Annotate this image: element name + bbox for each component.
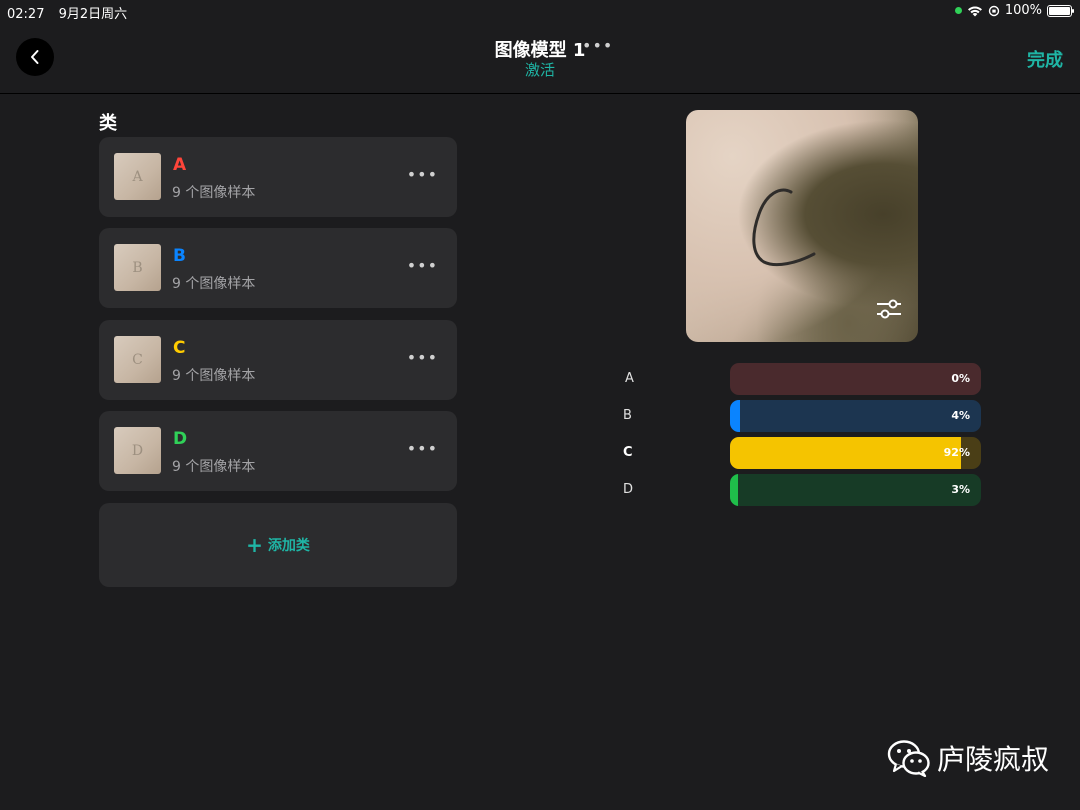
battery-percent: 100% xyxy=(1004,3,1042,18)
class-name: B xyxy=(173,246,186,266)
class-name: A xyxy=(173,155,187,175)
prediction-bar-b: 4% xyxy=(730,400,981,432)
prediction-label-a: A xyxy=(625,371,634,386)
model-status: 激活 xyxy=(524,61,555,79)
class-thumbnail: B xyxy=(114,244,161,291)
add-class-button[interactable]: + 添加类 xyxy=(99,503,457,587)
class-more-button[interactable]: ••• xyxy=(407,439,438,458)
class-name: C xyxy=(173,338,186,358)
prediction-label-b: B xyxy=(623,408,632,423)
class-sample-count: 9 个图像样本 xyxy=(172,185,256,201)
class-card-c[interactable]: C C 9 个图像样本 ••• xyxy=(99,320,457,400)
title-more-button[interactable]: ••• xyxy=(582,36,613,55)
wechat-icon xyxy=(887,740,930,777)
prediction-percent: 0% xyxy=(951,372,970,385)
prediction-bar-fill xyxy=(730,474,738,506)
class-sample-count: 9 个图像样本 xyxy=(172,276,256,292)
section-title: 类 xyxy=(99,113,117,134)
class-card-a[interactable]: A A 9 个图像样本 ••• xyxy=(99,137,457,217)
class-card-d[interactable]: D D 9 个图像样本 ••• xyxy=(99,411,457,491)
watermark-text: 庐陵疯叔 xyxy=(937,743,1050,776)
thumbnail-letter: D xyxy=(131,442,144,459)
nav-bar: 图像模型 1 ••• 激活 完成 xyxy=(0,22,1080,94)
camera-indicator-icon xyxy=(954,7,962,14)
orientation-lock-icon xyxy=(988,5,1000,16)
prediction-bar-a: 0% xyxy=(730,363,981,395)
thumbnail-letter: A xyxy=(132,168,143,185)
battery-icon xyxy=(1047,4,1074,17)
prediction-label-c: C xyxy=(623,445,633,460)
class-more-button[interactable]: ••• xyxy=(407,348,438,367)
prediction-bar-d: 3% xyxy=(730,474,981,506)
sliders-icon[interactable] xyxy=(876,298,902,320)
prediction-bar-fill xyxy=(730,437,961,469)
prediction-bar-c: 92% xyxy=(730,437,981,469)
prediction-percent: 4% xyxy=(951,409,970,422)
class-more-button[interactable]: ••• xyxy=(407,165,438,184)
camera-preview xyxy=(686,110,918,342)
prediction-bar-fill xyxy=(730,400,741,432)
wifi-icon xyxy=(967,6,982,16)
class-name: D xyxy=(173,429,188,449)
class-thumbnail: C xyxy=(114,336,161,383)
watermark: 庐陵疯叔 xyxy=(887,738,1049,778)
plus-icon: + xyxy=(246,533,263,557)
prediction-label-d: D xyxy=(623,482,634,497)
prediction-percent: 92% xyxy=(943,446,970,459)
status-date: 9月2日周六 xyxy=(58,7,128,22)
class-sample-count: 9 个图像样本 xyxy=(172,368,256,384)
add-class-label: 添加类 xyxy=(267,538,310,554)
class-more-button[interactable]: ••• xyxy=(407,256,438,275)
prediction-percent: 3% xyxy=(951,483,970,496)
class-sample-count: 9 个图像样本 xyxy=(172,459,256,475)
done-button[interactable]: 完成 xyxy=(1027,46,1063,72)
class-thumbnail: D xyxy=(114,427,161,474)
class-card-b[interactable]: B B 9 个图像样本 ••• xyxy=(99,228,457,308)
class-thumbnail: A xyxy=(114,153,161,200)
status-time: 02:27 xyxy=(7,7,45,22)
thumbnail-letter: B xyxy=(132,259,143,276)
status-bar: 02:27 9月2日周六 100% xyxy=(0,0,1080,22)
page-title: 图像模型 1 xyxy=(494,40,586,61)
thumbnail-letter: C xyxy=(132,351,143,368)
